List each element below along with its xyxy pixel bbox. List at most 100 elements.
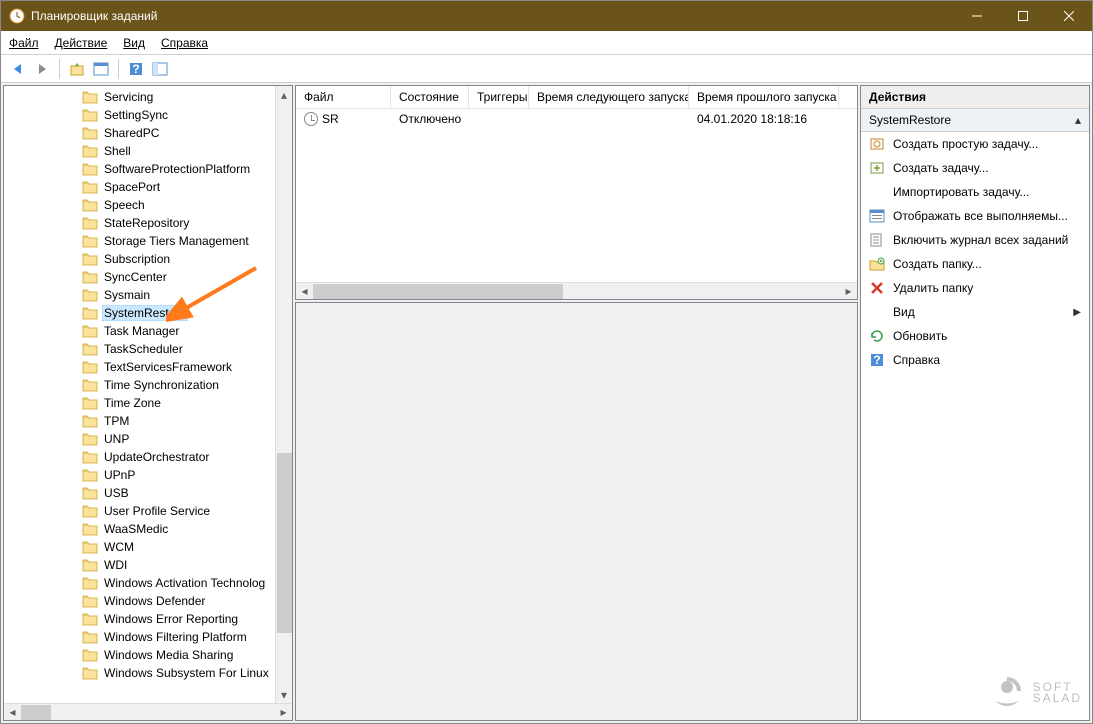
tree-item-label: SharedPC bbox=[102, 126, 161, 140]
tree-item-label: Windows Error Reporting bbox=[102, 612, 240, 626]
column-header[interactable]: Триггеры bbox=[469, 86, 529, 108]
tree-item[interactable]: SettingSync bbox=[4, 106, 292, 124]
tree-item[interactable]: Servicing bbox=[4, 88, 292, 106]
scroll-thumb[interactable] bbox=[21, 705, 51, 720]
close-button[interactable] bbox=[1046, 1, 1092, 31]
action-label: Создать папку... bbox=[893, 257, 982, 271]
folder-tree[interactable]: ServicingSettingSync SharedPC Shell Softwar… bbox=[4, 86, 292, 703]
task-list-header[interactable]: ФайлСостояниеТриггерыВремя следующего за… bbox=[296, 86, 857, 109]
tree-item-label: Time Zone bbox=[102, 396, 163, 410]
tree-item[interactable]: Storage Tiers Management bbox=[4, 232, 292, 250]
properties-button[interactable] bbox=[90, 58, 112, 80]
action-item[interactable]: ?Справка bbox=[861, 348, 1089, 372]
tree-item[interactable]: Windows Media Sharing bbox=[4, 646, 292, 664]
new-folder-icon bbox=[869, 256, 885, 272]
tree-item[interactable]: SyncCenter bbox=[4, 268, 292, 286]
menu-help[interactable]: Справка bbox=[161, 36, 208, 50]
action-item[interactable]: Создать простую задачу... bbox=[861, 132, 1089, 156]
action-item[interactable]: Создать папку... bbox=[861, 252, 1089, 276]
action-label: Импортировать задачу... bbox=[893, 185, 1029, 199]
action-item[interactable]: Импортировать задачу... bbox=[861, 180, 1089, 204]
tree-item[interactable]: Time Synchronization bbox=[4, 376, 292, 394]
forward-button[interactable] bbox=[31, 58, 53, 80]
tree-item[interactable]: Windows Activation Technolog bbox=[4, 574, 292, 592]
tree-item[interactable]: TaskScheduler bbox=[4, 340, 292, 358]
minimize-button[interactable] bbox=[954, 1, 1000, 31]
menu-view[interactable]: Вид bbox=[123, 36, 145, 50]
menu-file[interactable]: Файл bbox=[9, 36, 39, 50]
action-item[interactable]: Создать задачу... bbox=[861, 156, 1089, 180]
action-label: Включить журнал всех заданий bbox=[893, 233, 1068, 247]
view-button[interactable] bbox=[149, 58, 171, 80]
tree-item[interactable]: Windows Defender bbox=[4, 592, 292, 610]
tree-item[interactable]: UNP bbox=[4, 430, 292, 448]
clock-icon bbox=[304, 112, 318, 126]
tree-item-label: Subscription bbox=[102, 252, 172, 266]
tree-item[interactable]: SystemRestore bbox=[4, 304, 292, 322]
column-header[interactable]: Состояние bbox=[391, 86, 469, 108]
tree-vertical-scrollbar[interactable]: ▴ ▾ bbox=[275, 86, 292, 703]
tree-item-label: Shell bbox=[102, 144, 133, 158]
scroll-right-icon[interactable]: ▸ bbox=[840, 283, 857, 300]
tree-item[interactable]: WaaSMedic bbox=[4, 520, 292, 538]
tree-item[interactable]: WDI bbox=[4, 556, 292, 574]
maximize-button[interactable] bbox=[1000, 1, 1046, 31]
scroll-thumb[interactable] bbox=[313, 284, 563, 299]
tree-item[interactable]: WCM bbox=[4, 538, 292, 556]
action-item[interactable]: Обновить bbox=[861, 324, 1089, 348]
tree-item[interactable]: Task Manager bbox=[4, 322, 292, 340]
tree-item[interactable]: Shell bbox=[4, 142, 292, 160]
tree-item[interactable]: UPnP bbox=[4, 466, 292, 484]
tree-item[interactable]: Windows Subsystem For Linux bbox=[4, 664, 292, 682]
back-button[interactable] bbox=[7, 58, 29, 80]
tree-item-label: Time Synchronization bbox=[102, 378, 221, 392]
action-item[interactable]: Вид▶ bbox=[861, 300, 1089, 324]
scroll-left-icon[interactable]: ◂ bbox=[296, 283, 313, 300]
tree-item[interactable]: Speech bbox=[4, 196, 292, 214]
task-row[interactable]: SRОтключено04.01.2020 18:18:16 bbox=[296, 109, 857, 129]
up-button[interactable] bbox=[66, 58, 88, 80]
toolbar: ? bbox=[1, 55, 1092, 83]
actions-context[interactable]: SystemRestore ▴ bbox=[861, 109, 1089, 132]
tree-item[interactable]: USB bbox=[4, 484, 292, 502]
scroll-right-icon[interactable]: ▸ bbox=[275, 704, 292, 721]
help-icon: ? bbox=[869, 352, 885, 368]
blank-icon bbox=[869, 304, 885, 320]
tree-item[interactable]: User Profile Service bbox=[4, 502, 292, 520]
column-header[interactable]: Время следующего запуска bbox=[529, 86, 689, 108]
task-basic-icon bbox=[869, 136, 885, 152]
task-horizontal-scrollbar[interactable]: ◂ ▸ bbox=[296, 282, 857, 299]
tree-item[interactable]: Time Zone bbox=[4, 394, 292, 412]
tree-item[interactable]: SoftwareProtectionPlatform bbox=[4, 160, 292, 178]
tree-item[interactable]: Windows Error Reporting bbox=[4, 610, 292, 628]
tree-item[interactable]: Windows Filtering Platform bbox=[4, 628, 292, 646]
menu-action[interactable]: Действие bbox=[55, 36, 108, 50]
action-item[interactable]: Включить журнал всех заданий bbox=[861, 228, 1089, 252]
scroll-up-icon[interactable]: ▴ bbox=[276, 86, 292, 103]
tree-item[interactable]: TPM bbox=[4, 412, 292, 430]
tree-item[interactable]: StateRepository bbox=[4, 214, 292, 232]
tree-item-label: UpdateOrchestrator bbox=[102, 450, 211, 464]
tree-item[interactable]: Subscription bbox=[4, 250, 292, 268]
help-button[interactable]: ? bbox=[125, 58, 147, 80]
column-header[interactable]: Файл bbox=[296, 86, 391, 108]
action-label: Создать простую задачу... bbox=[893, 137, 1038, 151]
action-item[interactable]: Отображать все выполняемы... bbox=[861, 204, 1089, 228]
task-create-icon bbox=[869, 160, 885, 176]
tree-item[interactable]: TextServicesFramework bbox=[4, 358, 292, 376]
scroll-thumb[interactable] bbox=[277, 453, 292, 633]
action-item[interactable]: Удалить папку bbox=[861, 276, 1089, 300]
column-header[interactable]: Время прошлого запуска bbox=[689, 86, 839, 108]
scroll-down-icon[interactable]: ▾ bbox=[276, 686, 292, 703]
tree-item-label: SoftwareProtectionPlatform bbox=[102, 162, 252, 176]
tree-horizontal-scrollbar[interactable]: ◂ ▸ bbox=[4, 703, 292, 720]
tree-item[interactable]: SharedPC bbox=[4, 124, 292, 142]
tree-item[interactable]: SpacePort bbox=[4, 178, 292, 196]
action-label: Вид bbox=[893, 305, 915, 319]
tree-item[interactable]: UpdateOrchestrator bbox=[4, 448, 292, 466]
tree-item[interactable]: Sysmain bbox=[4, 286, 292, 304]
tree-item-label: Windows Media Sharing bbox=[102, 648, 235, 662]
tree-item-label: Sysmain bbox=[102, 288, 152, 302]
scroll-left-icon[interactable]: ◂ bbox=[4, 704, 21, 721]
tree-item-label: WaaSMedic bbox=[102, 522, 170, 536]
